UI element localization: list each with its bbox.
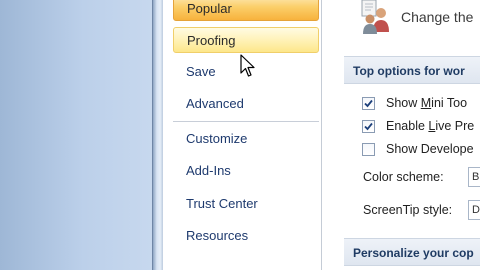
mini-toolbar-label: Show Mini Too [386, 96, 468, 110]
desktop-background [0, 0, 152, 270]
nav-item-customize[interactable]: Customize [173, 126, 319, 152]
checkmark-icon [364, 122, 373, 131]
developer-tab-label: Show Develope [386, 142, 474, 156]
nav-item-label: Save [186, 64, 216, 79]
nav-item-label: Advanced [186, 96, 244, 111]
checkmark-icon [364, 99, 373, 108]
nav-item-label: Add-Ins [186, 163, 231, 178]
nav-item-popular[interactable]: Popular [173, 0, 319, 21]
nav-item-add-ins[interactable]: Add-Ins [173, 158, 319, 184]
nav-item-proofing[interactable]: Proofing [173, 27, 319, 53]
people-settings-icon [356, 0, 394, 36]
nav-divider [173, 121, 319, 122]
options-nav-panel: Popular Proofing Save Advanced Customize… [163, 0, 322, 270]
nav-item-label: Proofing [187, 33, 236, 48]
mini-toolbar-checkbox[interactable] [362, 97, 375, 110]
color-scheme-dropdown[interactable]: B [468, 167, 480, 187]
nav-item-label: Popular [187, 1, 232, 16]
screentip-style-dropdown[interactable]: D [468, 200, 480, 220]
options-content-pane [322, 0, 480, 270]
developer-tab-checkbox[interactable] [362, 143, 375, 156]
color-scheme-label: Color scheme: [363, 170, 444, 184]
mouse-pointer-icon [240, 54, 256, 78]
screentip-style-label: ScreenTip style: [363, 203, 453, 217]
nav-item-label: Resources [186, 228, 249, 243]
live-preview-checkbox[interactable] [362, 120, 375, 133]
live-preview-label: Enable Live Pre [386, 119, 475, 133]
section-header-personalize: Personalize your cop [344, 238, 480, 266]
nav-item-label: Trust Center [186, 196, 258, 211]
section-header-top-options: Top options for wor [344, 56, 480, 84]
page-heading: Change the [401, 9, 474, 25]
nav-item-trust-center[interactable]: Trust Center [173, 191, 319, 217]
nav-item-label: Customize [186, 131, 248, 146]
nav-item-resources[interactable]: Resources [173, 223, 319, 249]
nav-item-advanced[interactable]: Advanced [173, 91, 319, 117]
